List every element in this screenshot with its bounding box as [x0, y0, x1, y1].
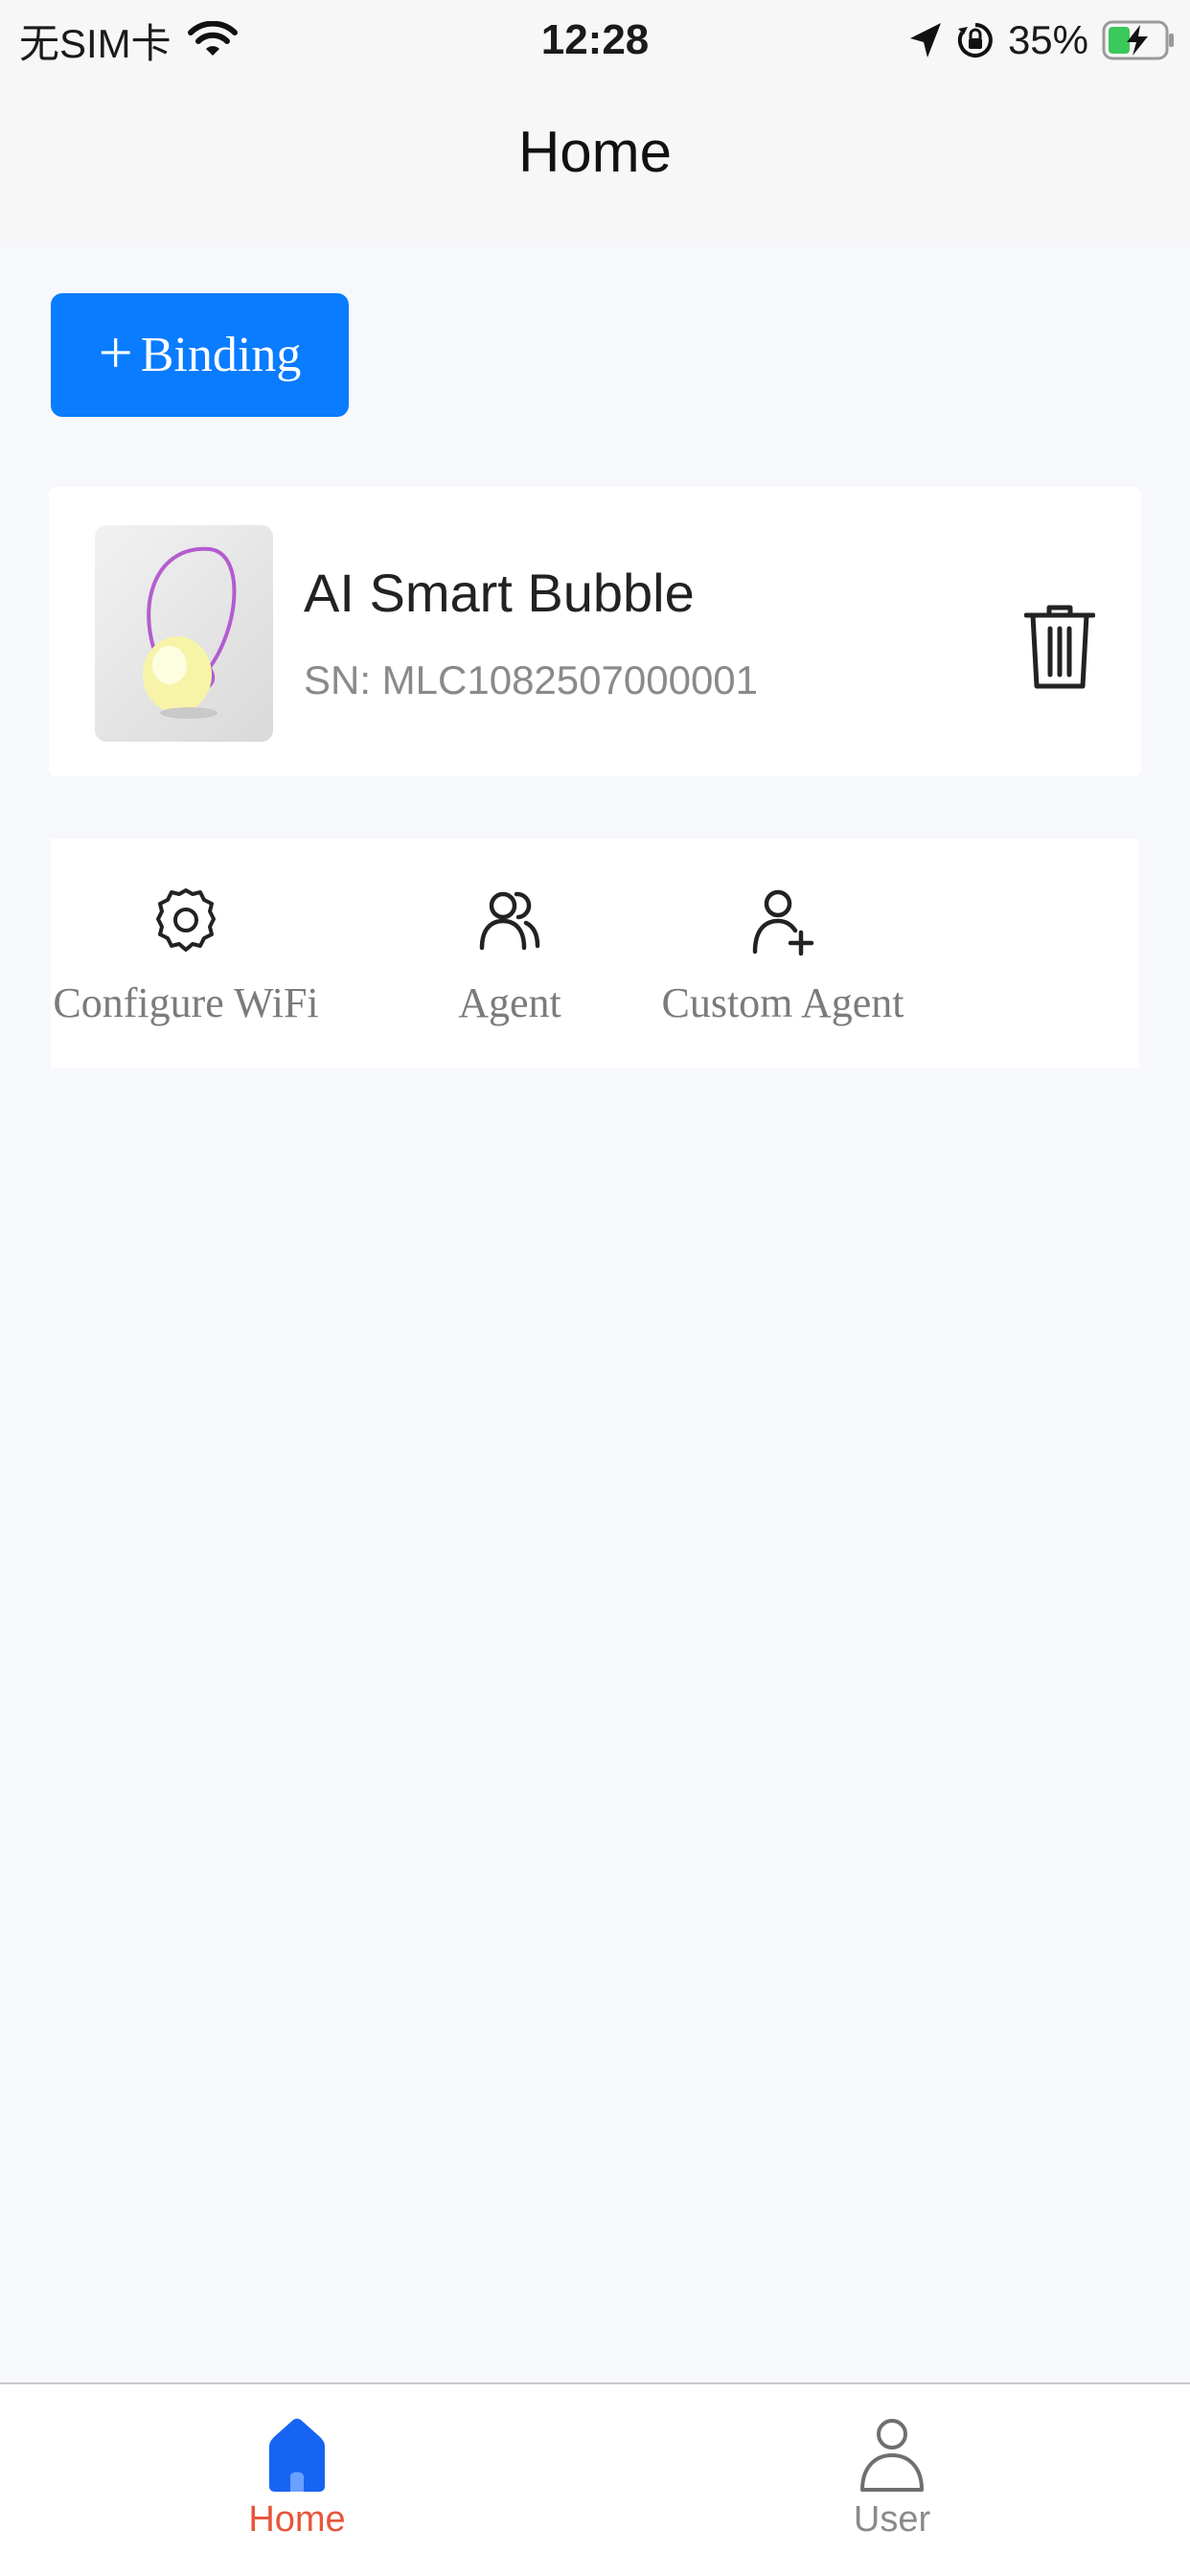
custom-agent-action[interactable]: Custom Agent: [610, 885, 955, 1038]
battery-charging-icon: [1102, 20, 1174, 60]
navigation-bar: Home: [0, 80, 1190, 243]
device-image: [95, 525, 273, 742]
actions-card: Configure WiFi Agent Custom Agent: [51, 839, 1139, 1069]
binding-button-label: Binding: [140, 328, 302, 382]
battery-percent: 35%: [1007, 17, 1088, 62]
gear-icon: [156, 888, 216, 952]
plus-icon: +: [98, 317, 133, 386]
agent-label: Agent: [458, 979, 561, 1026]
device-name: AI Smart Bubble: [304, 563, 695, 623]
tab-user[interactable]: User: [796, 2413, 988, 2557]
location-icon: [909, 23, 941, 58]
device-card[interactable]: AI Smart Bubble SN: MLC1082507000001: [49, 487, 1141, 776]
tab-home-label: Home: [248, 2499, 346, 2540]
page-title: Home: [517, 120, 673, 184]
user-icon: [860, 2419, 924, 2492]
orientation-lock-icon: [957, 23, 993, 58]
custom-agent-label: Custom Agent: [661, 979, 904, 1026]
tab-bar: Home User: [0, 2382, 1190, 2576]
configure-wifi-label: Configure WiFi: [53, 979, 319, 1026]
device-serial-number: SN: MLC1082507000001: [304, 657, 759, 702]
status-bar: 无SIM卡 12:28 35%: [0, 0, 1190, 80]
user-add-icon: [752, 889, 814, 956]
tab-home[interactable]: Home: [201, 2413, 393, 2557]
agent-action[interactable]: Agent: [390, 885, 629, 1038]
trash-icon[interactable]: [1024, 602, 1095, 690]
tab-user-label: User: [853, 2499, 931, 2540]
home-icon: [269, 2418, 325, 2492]
binding-button[interactable]: + Binding: [51, 293, 349, 417]
status-right: 35%: [908, 13, 1177, 67]
configure-wifi-action[interactable]: Configure WiFi: [53, 885, 319, 1038]
users-icon: [479, 891, 540, 951]
